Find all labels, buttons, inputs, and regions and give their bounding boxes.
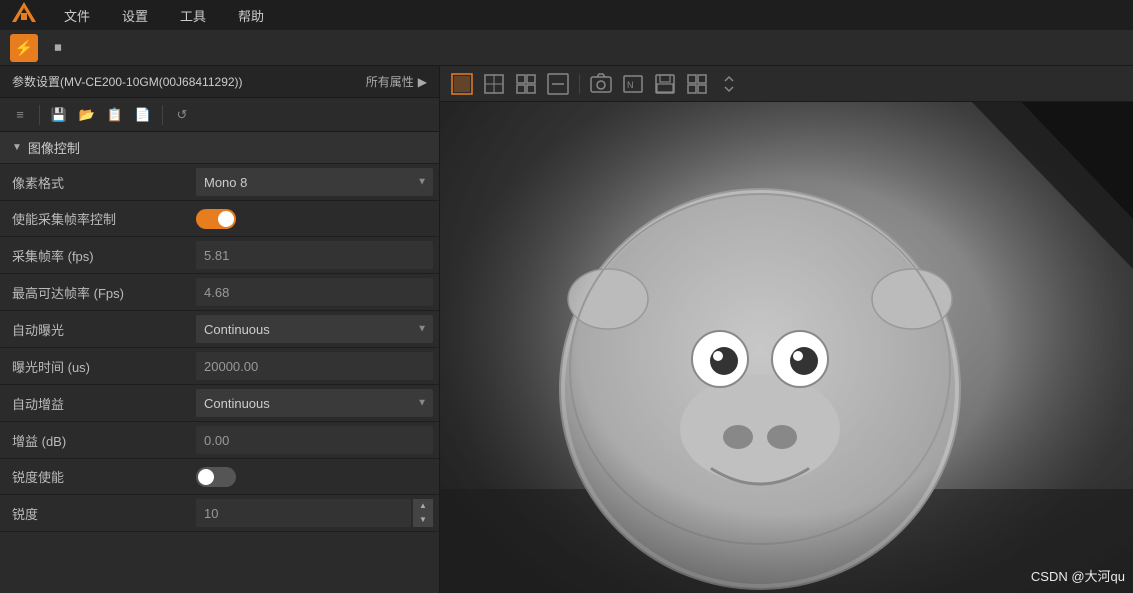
- value-fps-control: [190, 205, 439, 233]
- value-gain: [190, 422, 439, 458]
- toggle-knob-2: [198, 469, 214, 485]
- stop-button[interactable]: ⏹: [44, 34, 72, 62]
- spinner-down-button[interactable]: ▼: [413, 513, 433, 527]
- svg-text:N: N: [627, 80, 634, 90]
- main-content: 参数设置(MV-CE200-10GM(00J68411292)) 所有属性 ▶ …: [0, 66, 1133, 593]
- load-icon[interactable]: 📂: [75, 103, 99, 127]
- prop-auto-gain: 自动增益 Continuous ▼: [0, 385, 439, 422]
- prop-exposure-time: 曝光时间 (us): [0, 348, 439, 385]
- spinner-controls: ▲ ▼: [413, 499, 433, 527]
- select-auto-gain[interactable]: Continuous: [196, 389, 433, 417]
- overlay-btn[interactable]: [480, 70, 508, 98]
- right-toolbar: N: [440, 66, 1133, 102]
- title-bar: 文件 设置 工具 帮助: [0, 0, 1133, 30]
- note-icon[interactable]: 📄: [131, 103, 155, 127]
- properties-container: ▼ 图像控制 像素格式 Mono 8 ▼ 使能采集帧率控制: [0, 132, 439, 593]
- section-label: 图像控制: [28, 138, 80, 157]
- camera-view: [440, 102, 1133, 593]
- menu-help[interactable]: 帮助: [232, 4, 270, 27]
- grid-btn[interactable]: [512, 70, 540, 98]
- save-btn[interactable]: [651, 70, 679, 98]
- list-icon[interactable]: ≡: [8, 103, 32, 127]
- toggle-fps-control[interactable]: [196, 209, 236, 229]
- panel-header: 参数设置(MV-CE200-10GM(00J68411292)) 所有属性 ▶: [0, 66, 439, 98]
- label-sharpness-enable: 锐度使能: [0, 461, 190, 492]
- value-auto-gain: Continuous ▼: [190, 385, 439, 421]
- value-sharpness: ▲ ▼: [190, 495, 439, 531]
- label-max-fps: 最高可达帧率 (Fps): [0, 277, 190, 308]
- export-icon[interactable]: 📋: [103, 103, 127, 127]
- prop-sharpness-enable: 锐度使能: [0, 459, 439, 495]
- input-gain[interactable]: [196, 426, 433, 454]
- label-fps: 采集帧率 (fps): [0, 240, 190, 271]
- value-max-fps: [190, 274, 439, 310]
- label-fps-control: 使能采集帧率控制: [0, 203, 190, 234]
- select-pixel-format[interactable]: Mono 8: [196, 168, 433, 196]
- toggle-knob: [218, 211, 234, 227]
- separator-1: [39, 105, 40, 125]
- watermark: CSDN @大河qu: [1031, 566, 1125, 585]
- image-display-btn[interactable]: [448, 70, 476, 98]
- expand-btn[interactable]: [715, 70, 743, 98]
- lightning-button[interactable]: ⚡: [10, 34, 38, 62]
- all-props-label: 所有属性: [366, 73, 414, 90]
- value-auto-exposure: Continuous ▼: [190, 311, 439, 347]
- main-toolbar: ⚡ ⏹: [0, 30, 1133, 66]
- label-auto-exposure: 自动曝光: [0, 314, 190, 345]
- label-sharpness: 锐度: [0, 498, 190, 529]
- input-sharpness[interactable]: [196, 499, 411, 527]
- value-sharpness-enable: [190, 463, 439, 491]
- right-panel: N: [440, 66, 1133, 593]
- zoom-btn[interactable]: [544, 70, 572, 98]
- toggle-sharpness[interactable]: [196, 467, 236, 487]
- camera-image: [440, 102, 1133, 593]
- value-fps: [190, 237, 439, 273]
- prop-max-fps: 最高可达帧率 (Fps): [0, 274, 439, 311]
- prop-fps: 采集帧率 (fps): [0, 237, 439, 274]
- spinner-up-button[interactable]: ▲: [413, 499, 433, 513]
- app-logo: [10, 0, 38, 31]
- label-pixel-format: 像素格式: [0, 167, 190, 198]
- input-exposure-time[interactable]: [196, 352, 433, 380]
- panel-title: 参数设置(MV-CE200-10GM(00J68411292)): [12, 73, 243, 90]
- prop-sharpness: 锐度 ▲ ▼: [0, 495, 439, 532]
- section-image-control[interactable]: ▼ 图像控制: [0, 132, 439, 164]
- section-arrow-icon: ▼: [12, 142, 22, 153]
- separator-2: [162, 105, 163, 125]
- menu-settings[interactable]: 设置: [116, 4, 154, 27]
- camera-icon-btn[interactable]: [587, 70, 615, 98]
- left-panel: 参数设置(MV-CE200-10GM(00J68411292)) 所有属性 ▶ …: [0, 66, 440, 593]
- input-max-fps[interactable]: [196, 278, 433, 306]
- select-auto-exposure[interactable]: Continuous: [196, 315, 433, 343]
- rt-separator-1: [579, 74, 580, 94]
- value-pixel-format: Mono 8 ▼: [190, 164, 439, 200]
- prop-pixel-format: 像素格式 Mono 8 ▼: [0, 164, 439, 201]
- arrow-right-icon: ▶: [418, 75, 427, 89]
- sub-toolbar: ≡ 💾 📂 📋 📄 ↺: [0, 98, 439, 132]
- save-icon[interactable]: 💾: [47, 103, 71, 127]
- all-props-button[interactable]: 所有属性 ▶: [366, 73, 427, 90]
- label-btn[interactable]: N: [619, 70, 647, 98]
- menu-file[interactable]: 文件: [58, 4, 96, 27]
- label-auto-gain: 自动增益: [0, 388, 190, 419]
- prop-auto-exposure: 自动曝光 Continuous ▼: [0, 311, 439, 348]
- refresh-icon[interactable]: ↺: [170, 103, 194, 127]
- label-gain: 增益 (dB): [0, 425, 190, 456]
- prop-fps-control: 使能采集帧率控制: [0, 201, 439, 237]
- grid2-btn[interactable]: [683, 70, 711, 98]
- value-exposure-time: [190, 348, 439, 384]
- menu-tools[interactable]: 工具: [174, 4, 212, 27]
- input-fps[interactable]: [196, 241, 433, 269]
- label-exposure-time: 曝光时间 (us): [0, 351, 190, 382]
- prop-gain: 增益 (dB): [0, 422, 439, 459]
